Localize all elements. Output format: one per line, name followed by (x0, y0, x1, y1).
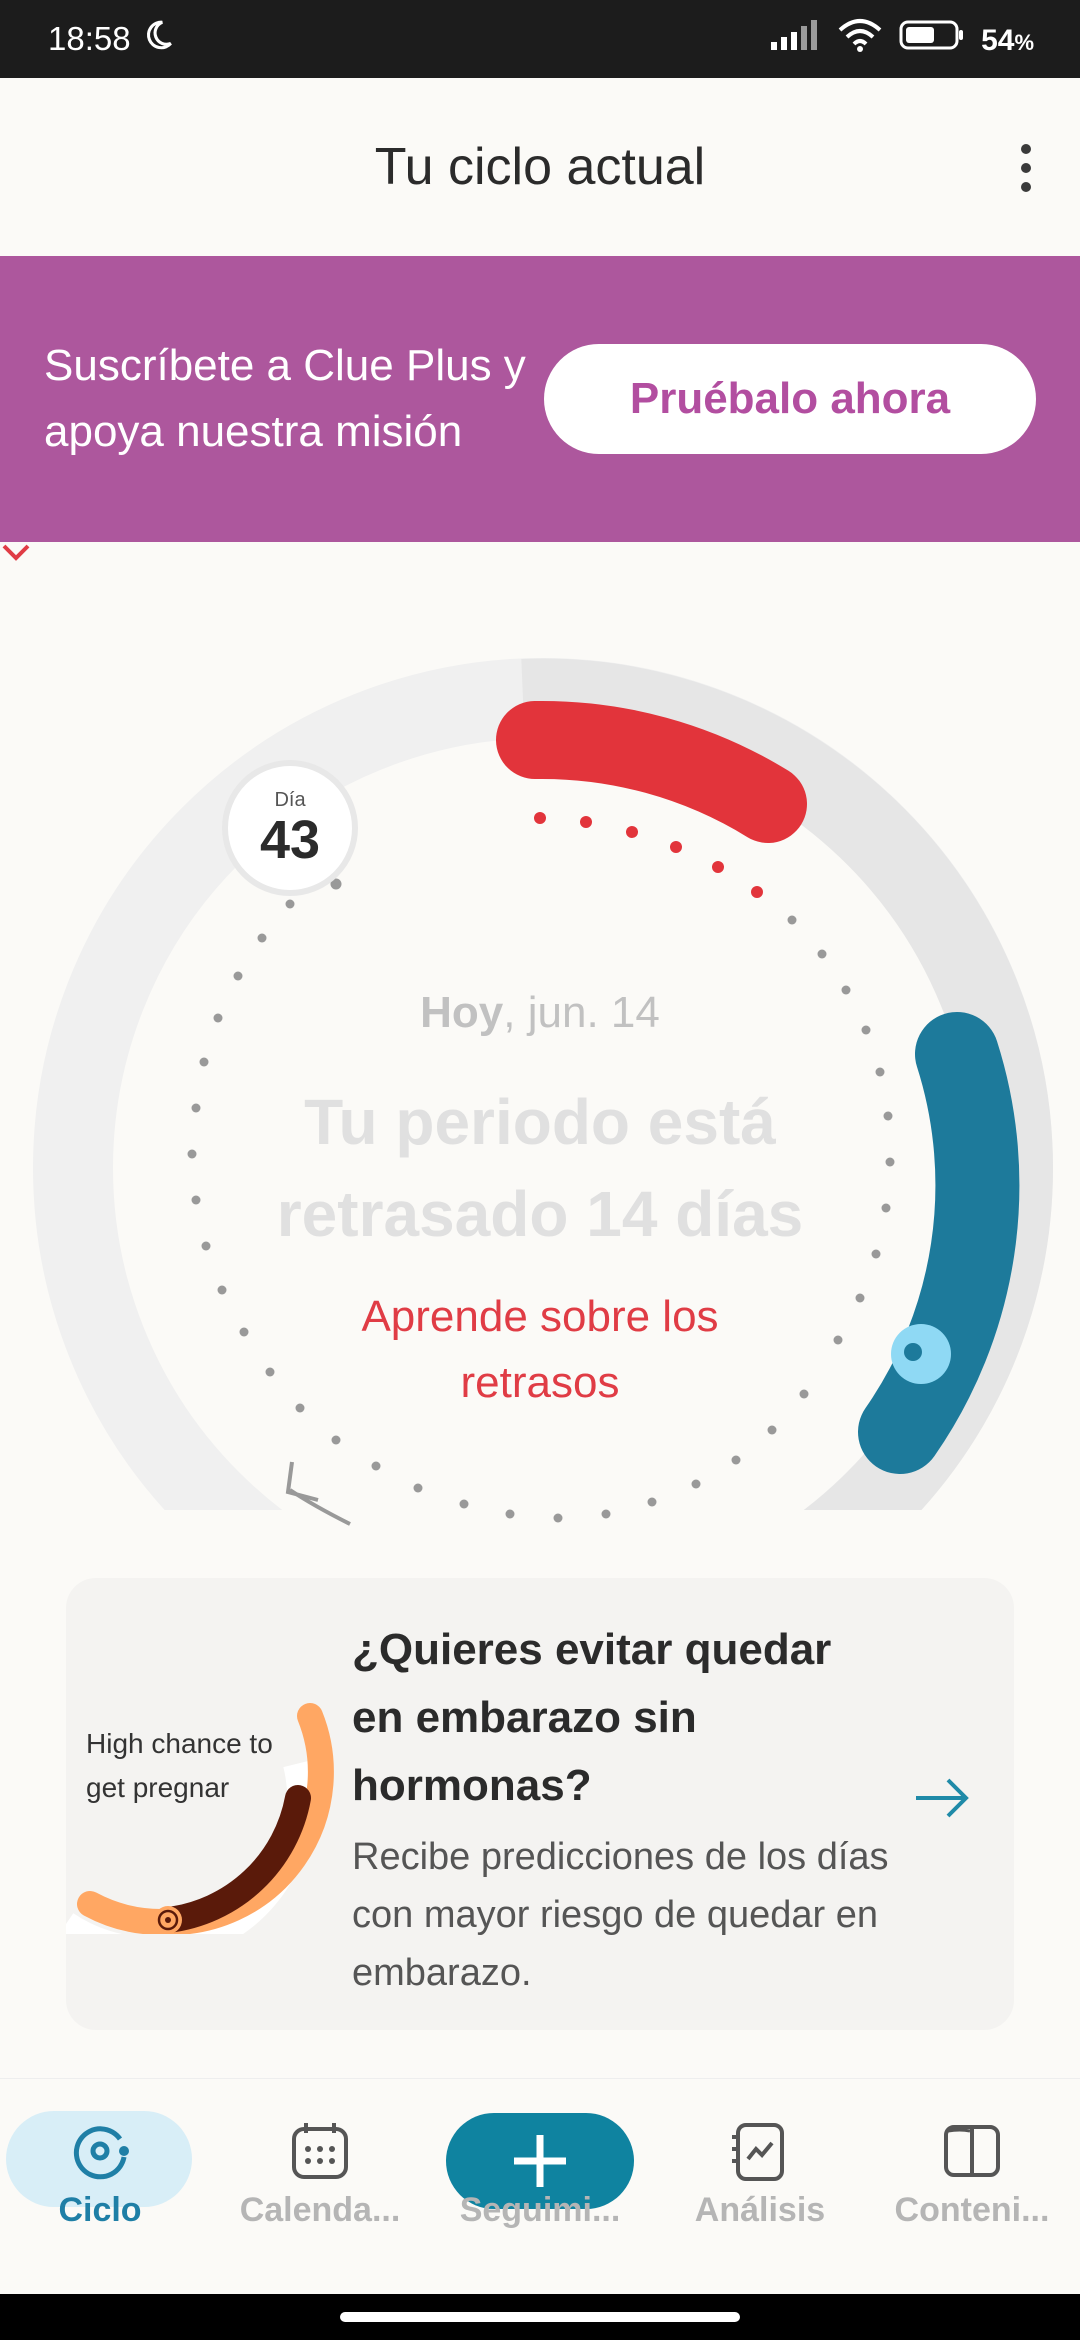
card-title: ¿Quieres evitar quedar en embarazo sin h… (352, 1625, 832, 1810)
avoid-pregnancy-card[interactable]: High chance to get pregnar ¿Quieres evit… (66, 1578, 1014, 2030)
promo-text: Suscríbete a Clue Plus y apoya nuestra m… (44, 341, 526, 456)
try-now-button[interactable]: Pruébalo ahora (544, 344, 1036, 454)
book-icon (940, 2119, 1004, 2183)
status-bar: 18:58 54% (0, 0, 1080, 78)
cycle-direction-arrow-icon (285, 1461, 351, 1526)
learn-delays-link[interactable]: Aprende sobre los retrasos (300, 1284, 780, 1416)
period-arc[interactable] (496, 700, 807, 843)
gesture-bar (0, 2294, 1080, 2340)
nav-item-cycle[interactable]: Ciclo (0, 2109, 200, 2269)
cycle-icon (68, 2119, 132, 2183)
high-chance-label: High chance to get pregnar (86, 1728, 273, 1803)
nav-item-content[interactable]: Conteni... (872, 2109, 1072, 2269)
wifi-icon (837, 18, 883, 60)
nav-label: Análisis (694, 2191, 826, 2229)
home-indicator[interactable] (340, 2312, 740, 2322)
promo-banner: Suscríbete a Clue Plus y apoya nuestra m… (0, 256, 1080, 542)
nav-label: Ciclo (58, 2191, 142, 2229)
nav-item-tracking[interactable]: Seguimi... (440, 2109, 640, 2269)
bottom-nav: Ciclo Calenda... Seguimi... Análisis Con… (0, 2078, 1080, 2294)
status-time: 18:58 (48, 20, 131, 57)
nav-label: Conteni... (894, 2191, 1050, 2229)
signal-icon (769, 20, 821, 58)
card-description: Recibe predicciones de los días con mayo… (352, 1836, 889, 1994)
nav-item-calendar[interactable]: Calenda... (220, 2109, 420, 2269)
analysis-icon (728, 2119, 792, 2183)
period-status-heading: Tu periodo está retrasado 14 días (276, 1086, 804, 1250)
cycle-day-badge: Día 43 (222, 760, 358, 896)
cycle-day-number: 43 (259, 809, 321, 870)
nav-label: Seguimi... (459, 2191, 621, 2229)
app-header: Tu ciclo actual (0, 78, 1080, 256)
nav-label: Calenda... (239, 2191, 401, 2229)
today-label: Hoy (420, 988, 504, 1037)
cycle-ring (33, 658, 1054, 1526)
moon-icon (141, 18, 175, 60)
battery-icon (899, 19, 965, 59)
calendar-icon (288, 2119, 352, 2183)
cycle-view: Día 43 Hoy, jun. 14 Tu periodo está retr… (0, 542, 1080, 1582)
page-title: Tu ciclo actual (374, 138, 706, 196)
today-date-value: , jun. 14 (503, 988, 660, 1037)
battery-level: 54 (981, 24, 1015, 57)
cycle-day-label: Día (274, 788, 306, 811)
chevron-down-icon[interactable] (0, 542, 32, 564)
nav-item-analysis[interactable]: Análisis (660, 2109, 860, 2269)
battery-unit: % (1014, 30, 1034, 55)
more-options-icon[interactable] (1006, 138, 1046, 198)
arrow-right-icon[interactable] (912, 1774, 972, 1822)
today-date: Hoy, jun. 14 (0, 988, 1080, 1038)
